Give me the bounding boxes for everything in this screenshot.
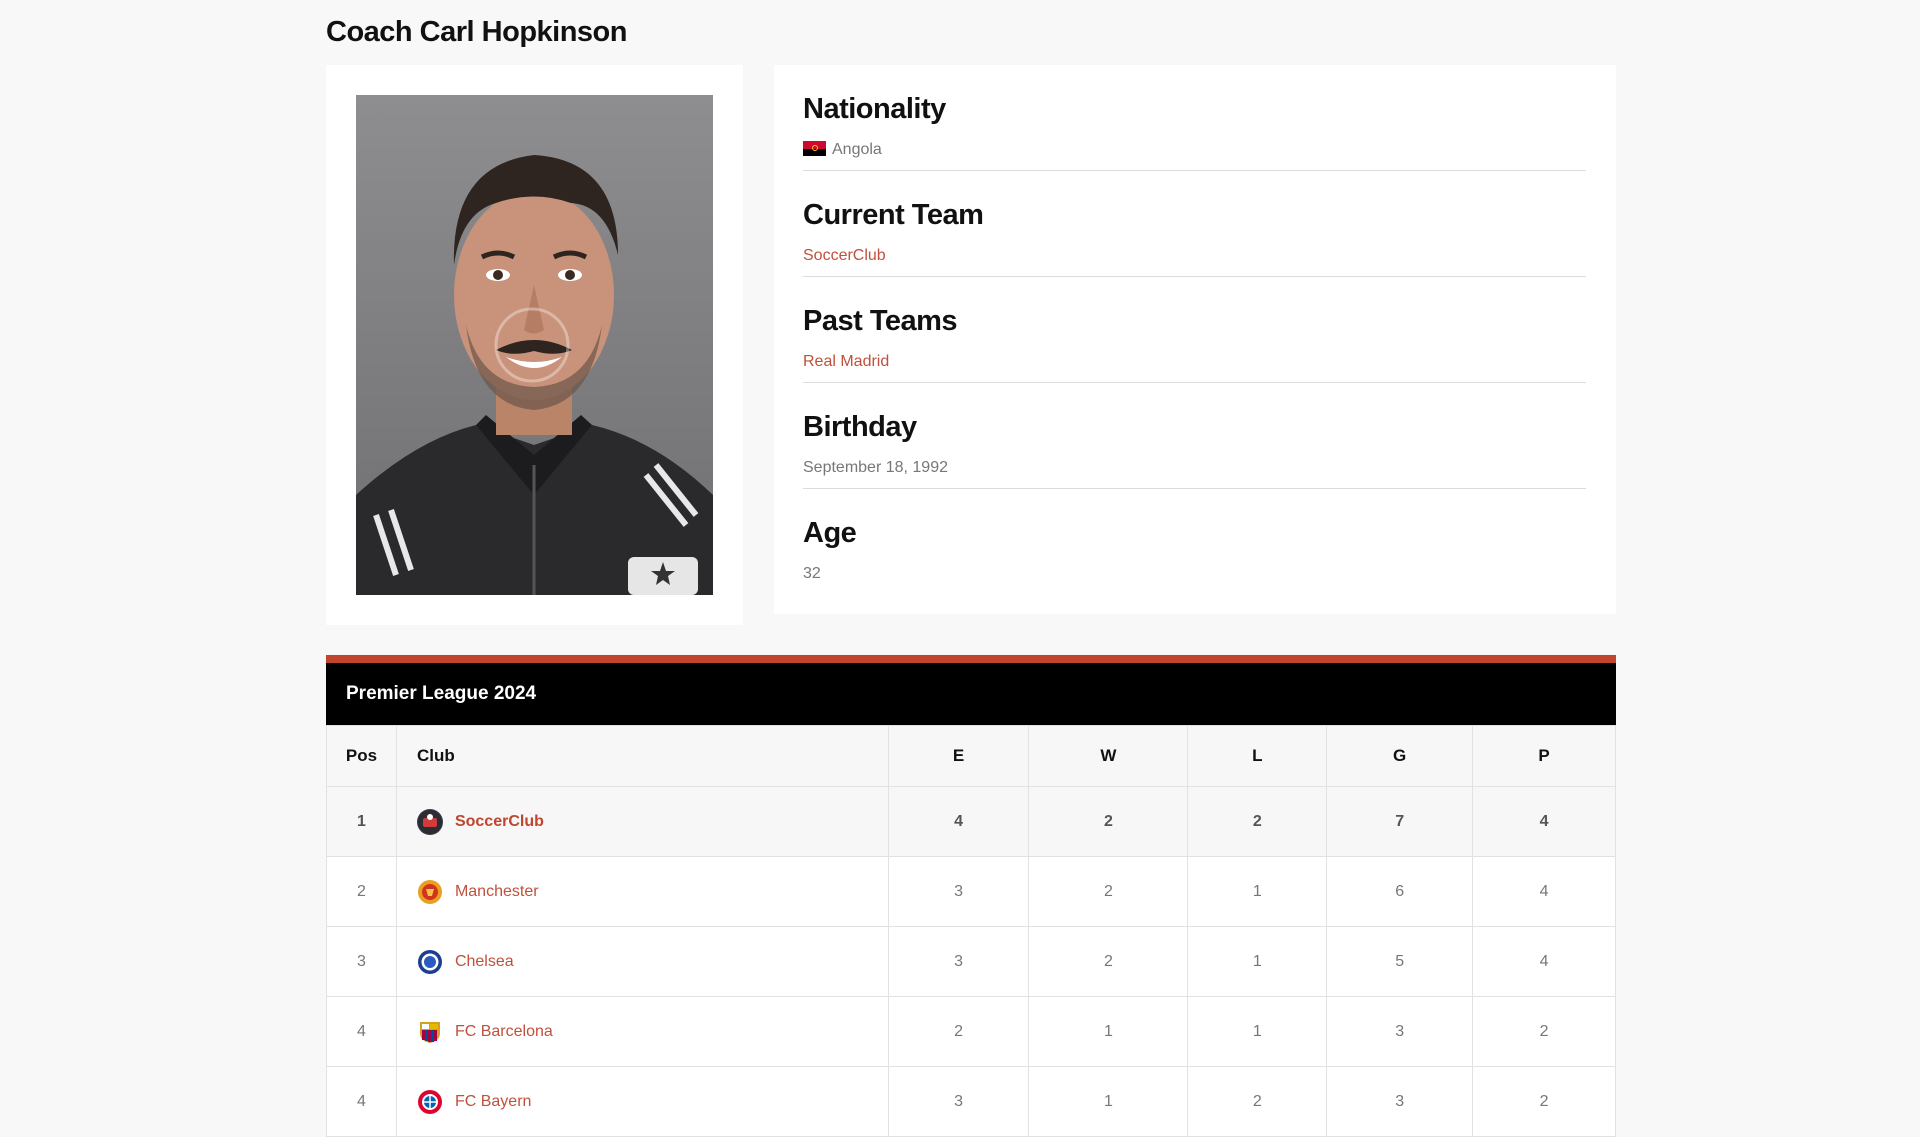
- age-section: Age 32: [803, 489, 1586, 595]
- chelsea-crest-icon: [417, 949, 443, 975]
- p-cell: 2: [1472, 996, 1616, 1067]
- league-accent-bar: [326, 655, 1616, 663]
- league-title: Premier League 2024: [326, 663, 1616, 725]
- table-header-row: Pos Club E W L G P: [326, 725, 1616, 787]
- l-cell: 2: [1187, 1066, 1328, 1137]
- table-row: 2 Manchester 3 2 1 6 4: [326, 856, 1616, 927]
- club-link[interactable]: Chelsea: [455, 953, 514, 971]
- w-cell: 2: [1028, 926, 1189, 997]
- club-cell: SoccerClub: [395, 786, 889, 857]
- standings-table: Pos Club E W L G P 1 SoccerClub 4 2 2 7 …: [326, 725, 1616, 1137]
- table-row: 1 SoccerClub 4 2 2 7 4: [326, 786, 1616, 857]
- nationality-value: Angola: [832, 141, 882, 158]
- column-header-l: L: [1187, 725, 1328, 787]
- p-cell: 4: [1472, 786, 1616, 857]
- e-cell: 4: [887, 786, 1030, 857]
- nationality-label: Nationality: [803, 93, 946, 125]
- current-team-link[interactable]: SoccerClub: [803, 247, 886, 265]
- club-link[interactable]: FC Bayern: [455, 1093, 531, 1111]
- l-cell: 1: [1187, 926, 1328, 997]
- g-cell: 5: [1326, 926, 1474, 997]
- club-link[interactable]: Manchester: [455, 883, 539, 901]
- past-team-link[interactable]: Real Madrid: [803, 353, 889, 371]
- column-header-e: E: [887, 725, 1030, 787]
- age-label: Age: [803, 517, 857, 549]
- birthday-label: Birthday: [803, 411, 917, 443]
- coach-photo: [356, 95, 713, 595]
- g-cell: 7: [1326, 786, 1474, 857]
- current-team-label: Current Team: [803, 199, 984, 231]
- angola-flag-icon: [803, 141, 826, 156]
- column-header-w: W: [1028, 725, 1189, 787]
- pos-cell: 4: [326, 996, 397, 1067]
- p-cell: 4: [1472, 856, 1616, 927]
- coach-portrait-image: [356, 95, 713, 595]
- e-cell: 3: [887, 1066, 1030, 1137]
- birthday-value: September 18, 1992: [803, 459, 948, 476]
- past-teams-section: Past Teams Real Madrid: [803, 277, 1586, 383]
- table-row: 3 Chelsea 3 2 1 5 4: [326, 926, 1616, 997]
- pos-cell: 2: [326, 856, 397, 927]
- w-cell: 2: [1028, 786, 1189, 857]
- g-cell: 6: [1326, 856, 1474, 927]
- w-cell: 1: [1028, 996, 1189, 1067]
- age-value: 32: [803, 565, 821, 582]
- column-header-club: Club: [395, 725, 889, 787]
- l-cell: 2: [1187, 786, 1328, 857]
- pos-cell: 3: [326, 926, 397, 997]
- club-link[interactable]: SoccerClub: [455, 813, 544, 831]
- club-link[interactable]: FC Barcelona: [455, 1023, 553, 1041]
- column-header-g: G: [1326, 725, 1474, 787]
- current-team-section: Current Team SoccerClub: [803, 171, 1586, 277]
- club-cell: FC Bayern: [395, 1066, 889, 1137]
- nationality-section: Nationality Angola: [803, 65, 1586, 171]
- w-cell: 1: [1028, 1066, 1189, 1137]
- past-teams-label: Past Teams: [803, 305, 958, 337]
- table-row: 4 FC Barcelona 2 1 1 3 2: [326, 996, 1616, 1067]
- soccerclub-crest-icon: [416, 808, 443, 835]
- l-cell: 1: [1187, 856, 1328, 927]
- column-header-pos: Pos: [326, 725, 397, 787]
- page-title: Coach Carl Hopkinson: [326, 16, 628, 48]
- club-cell: Chelsea: [395, 926, 889, 997]
- barcelona-crest-icon: [417, 1019, 443, 1045]
- w-cell: 2: [1028, 856, 1189, 927]
- pos-cell: 1: [326, 786, 397, 857]
- bayern-crest-icon: [417, 1089, 443, 1115]
- club-cell: Manchester: [395, 856, 889, 927]
- league-table-panel: Premier League 2024 Pos Club E W L G P 1: [326, 655, 1616, 1137]
- photo-card: [326, 65, 743, 625]
- manchester-crest-icon: [417, 879, 443, 905]
- birthday-section: Birthday September 18, 1992: [803, 383, 1586, 489]
- nationality-value-row: Angola: [803, 141, 882, 159]
- club-cell: FC Barcelona: [395, 996, 889, 1067]
- e-cell: 3: [887, 856, 1030, 927]
- column-header-p: P: [1472, 725, 1616, 787]
- table-row: 4 FC Bayern 3 1 2 3 2: [326, 1066, 1616, 1137]
- e-cell: 2: [887, 996, 1030, 1067]
- e-cell: 3: [887, 926, 1030, 997]
- pos-cell: 4: [326, 1066, 397, 1137]
- coach-info-card: Nationality Angola Current Team SoccerCl…: [774, 65, 1616, 614]
- g-cell: 3: [1326, 996, 1474, 1067]
- p-cell: 2: [1472, 1066, 1616, 1137]
- l-cell: 1: [1187, 996, 1328, 1067]
- g-cell: 3: [1326, 1066, 1474, 1137]
- p-cell: 4: [1472, 926, 1616, 997]
